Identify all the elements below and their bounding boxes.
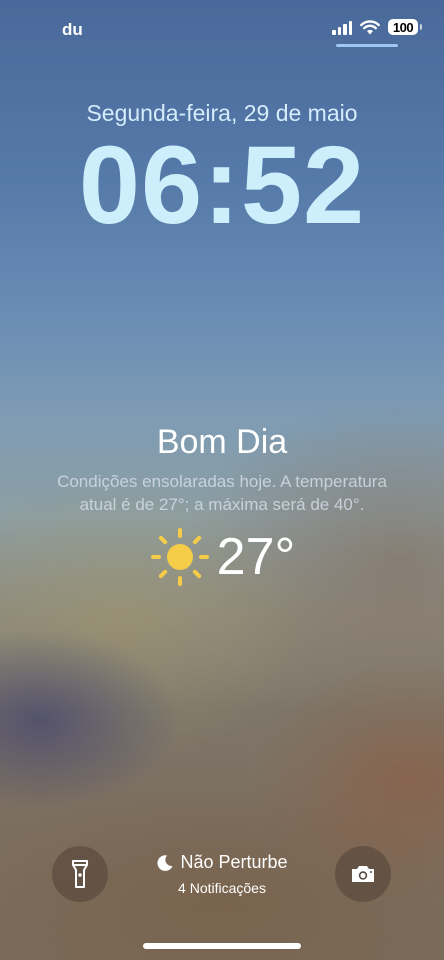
- control-center-indicator[interactable]: [336, 44, 398, 47]
- battery-icon: 100: [388, 19, 422, 35]
- weather-current: 27°: [0, 526, 444, 588]
- status-bar: du 100: [0, 0, 444, 60]
- lock-clock: 06:52: [78, 124, 366, 247]
- current-temperature: 27°: [216, 528, 296, 586]
- lock-date: Segunda-feira, 29 de maio: [86, 100, 358, 126]
- focus-mode-label: Não Perturbe: [180, 852, 288, 872]
- sun-icon: [150, 528, 209, 586]
- status-icons: 100: [332, 19, 422, 35]
- home-indicator[interactable]: [143, 943, 301, 949]
- camera-icon: [352, 866, 374, 882]
- signal-icon: [332, 19, 352, 35]
- lock-bottom-bar: Não Perturbe 4 Notificações: [0, 846, 444, 904]
- moon-icon: [157, 854, 173, 871]
- wifi-icon: [360, 19, 380, 34]
- greeting-title: Bom Dia: [156, 423, 288, 461]
- carrier-name: du: [62, 20, 83, 39]
- camera-button[interactable]: [335, 846, 391, 902]
- weather-widget[interactable]: Bom Dia Condições ensolaradas hoje. A te…: [0, 420, 444, 588]
- weather-description: Condições ensolaradas hoje. A temperatur…: [57, 472, 387, 514]
- battery-level: 100: [392, 19, 414, 35]
